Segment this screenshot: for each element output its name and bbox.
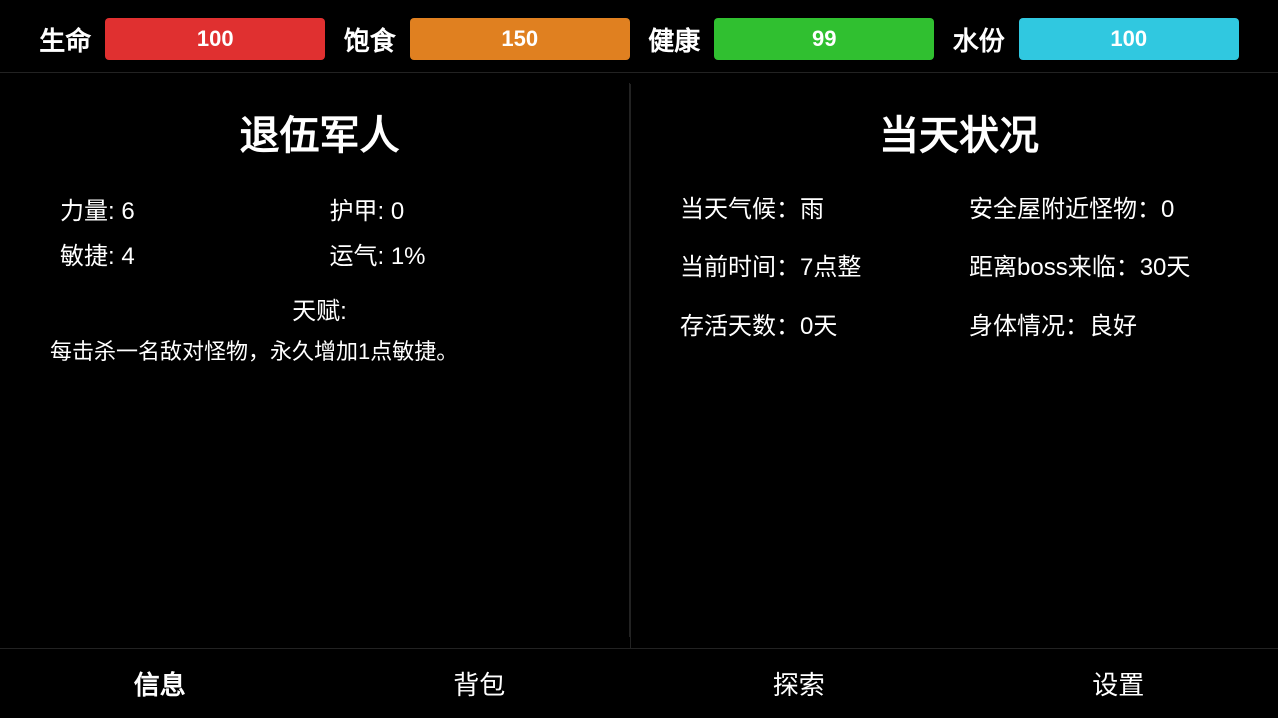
status-bar: 生命 100 饱食 150 健康 99 水份 100 xyxy=(0,0,1278,73)
water-bar: 100 xyxy=(1019,18,1239,60)
food-bar: 150 xyxy=(410,18,630,60)
wellness-value: 99 xyxy=(812,26,836,52)
stats-grid: 力量: 6 护甲: 0 敏捷: 4 运气: 1% xyxy=(40,191,599,271)
daily-status-grid: 当天气候：雨 安全屋附近怪物：0 当前时间：7点整 距离boss来临：30天 存… xyxy=(670,191,1248,346)
talent-description: 每击杀一名敌对怪物，永久增加1点敏捷。 xyxy=(40,334,599,366)
stat-armor: 护甲: 0 xyxy=(330,191,580,226)
nav-backpack[interactable]: 背包 xyxy=(413,655,545,712)
nav-settings[interactable]: 设置 xyxy=(1052,655,1184,712)
daily-status-panel: 当天状况 当天气候：雨 安全屋附近怪物：0 当前时间：7点整 距离boss来临：… xyxy=(630,83,1278,637)
talent-section: 天赋: 每击杀一名敌对怪物，永久增加1点敏捷。 xyxy=(40,291,599,366)
stat-luck: 运气: 1% xyxy=(330,236,580,271)
food-label: 饱食 xyxy=(344,21,396,58)
health-label: 生命 xyxy=(39,21,91,58)
character-title: 退伍军人 xyxy=(40,103,599,161)
water-label: 水份 xyxy=(953,21,1005,58)
nav-info[interactable]: 信息 xyxy=(94,655,226,712)
stat-strength: 力量: 6 xyxy=(60,191,310,226)
health-bar: 100 xyxy=(105,18,325,60)
bottom-nav: 信息 背包 探索 设置 xyxy=(0,648,1278,718)
daily-body: 身体情况：良好 xyxy=(969,308,1238,346)
nav-explore[interactable]: 探索 xyxy=(733,655,865,712)
food-status: 饱食 150 xyxy=(344,18,630,60)
character-panel: 退伍军人 力量: 6 护甲: 0 敏捷: 4 运气: 1% 天赋: 每击杀一名敌… xyxy=(0,83,630,637)
daily-time: 当前时间：7点整 xyxy=(680,249,949,287)
water-status: 水份 100 xyxy=(953,18,1239,60)
vertical-divider xyxy=(630,84,631,648)
water-value: 100 xyxy=(1110,26,1147,52)
talent-label: 天赋: xyxy=(40,291,599,326)
wellness-bar: 99 xyxy=(714,18,934,60)
health-value: 100 xyxy=(197,26,234,52)
health-status: 生命 100 xyxy=(39,18,325,60)
wellness-label: 健康 xyxy=(648,21,700,58)
daily-weather: 当天气候：雨 xyxy=(680,191,949,229)
stat-agility: 敏捷: 4 xyxy=(60,236,310,271)
daily-monsters: 安全屋附近怪物：0 xyxy=(969,191,1238,229)
main-content: 退伍军人 力量: 6 护甲: 0 敏捷: 4 运气: 1% 天赋: 每击杀一名敌… xyxy=(0,73,1278,637)
daily-status-title: 当天状况 xyxy=(670,103,1248,161)
daily-survival: 存活天数：0天 xyxy=(680,308,949,346)
daily-boss: 距离boss来临：30天 xyxy=(969,249,1238,287)
wellness-status: 健康 99 xyxy=(648,18,934,60)
food-value: 150 xyxy=(501,26,538,52)
